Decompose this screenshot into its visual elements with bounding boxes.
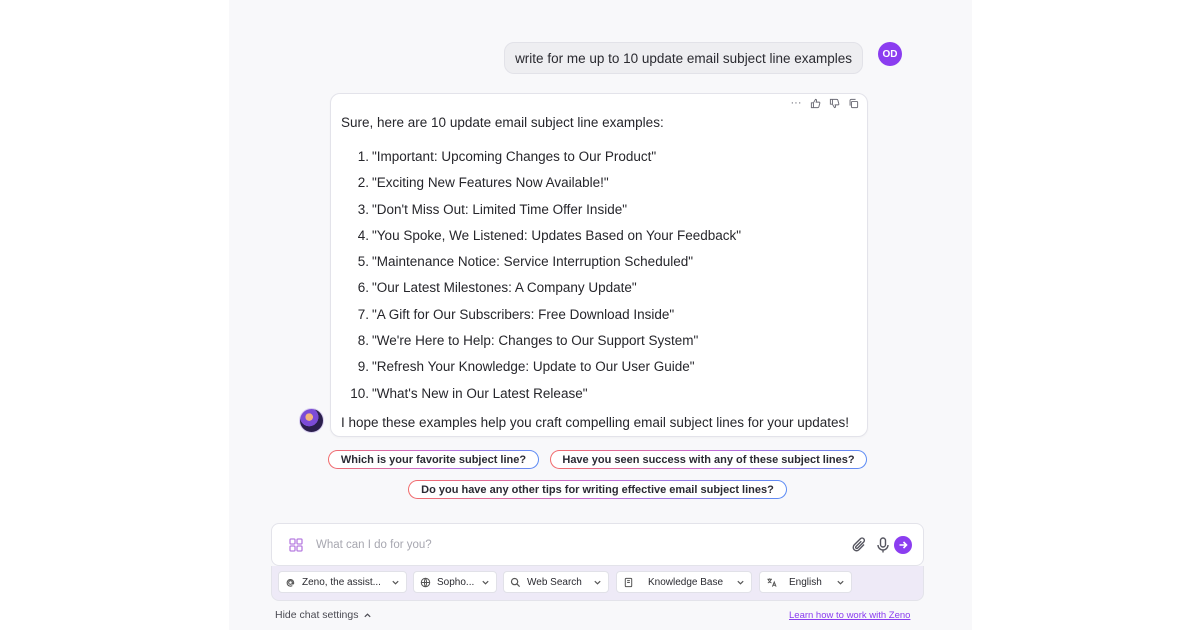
chevron-down-icon <box>482 580 489 585</box>
source-select[interactable]: Sopho... <box>413 571 497 593</box>
message-composer <box>271 523 924 566</box>
send-button[interactable] <box>894 536 912 554</box>
user-message-row: write for me up to 10 update email subje… <box>504 42 863 74</box>
list-item: 3. "Don't Miss Out: Limited Time Offer In… <box>357 201 627 217</box>
suggestion-chip-tips[interactable]: Do you have any other tips for writing e… <box>408 480 787 499</box>
more-options-icon[interactable]: ··· <box>790 97 802 109</box>
chevron-down-icon <box>594 580 601 585</box>
hide-chat-settings-label: Hide chat settings <box>275 609 359 621</box>
assistant-intro-text: Sure, here are 10 update email subject l… <box>341 115 664 130</box>
message-toolbar: ··· <box>790 97 859 109</box>
chevron-down-icon <box>837 580 844 585</box>
at-sign-icon <box>286 578 295 587</box>
knowledge-base-select[interactable]: Knowledge Base <box>616 571 752 593</box>
apps-icon[interactable] <box>288 537 304 553</box>
list-item: 1. "Important: Upcoming Changes to Our Pr… <box>357 149 657 164</box>
assistant-outro-text: I hope these examples help you craft com… <box>341 414 850 430</box>
microphone-icon[interactable] <box>876 536 890 554</box>
message-input[interactable] <box>316 535 836 555</box>
list-item: 10. "What's New in Our Latest Release" <box>350 385 588 401</box>
user-avatar[interactable]: OD <box>878 42 902 66</box>
subject-line-list: 1. "Important: Upcoming Changes to Our Pr… <box>341 148 857 411</box>
globe-icon <box>420 577 431 587</box>
translate-icon <box>767 577 777 587</box>
search-icon <box>510 577 521 587</box>
copy-icon[interactable] <box>847 97 859 109</box>
language-select[interactable]: English <box>759 571 852 593</box>
assistant-avatar <box>299 408 324 433</box>
user-message-bubble: write for me up to 10 update email subje… <box>504 42 863 74</box>
chevron-down-icon <box>392 580 399 585</box>
arrow-right-icon <box>899 541 908 549</box>
assistant-select[interactable]: Zeno, the assist... <box>278 571 407 593</box>
paperclip-icon[interactable] <box>852 536 868 554</box>
web-search-select[interactable]: Web Search <box>503 571 609 593</box>
list-item: 2. "Exciting New Features Now Available!" <box>357 175 609 191</box>
thumbs-up-icon[interactable] <box>809 97 821 109</box>
hide-chat-settings-toggle[interactable]: Hide chat settings <box>275 609 372 621</box>
list-item: 9. "Refresh Your Knowledge: Update to Our… <box>357 359 695 375</box>
list-item: 5. "Maintenance Notice: Service Interrupt… <box>357 254 694 270</box>
list-item: 4. "You Spoke, We Listened: Updates Based… <box>357 227 742 243</box>
chevron-down-icon <box>737 580 744 585</box>
assistant-message-card: ··· Sure, here are 10 update email subje… <box>330 93 868 437</box>
chevron-up-icon <box>364 612 372 617</box>
list-item: 8. "We're Here to Help: Changes to Our Su… <box>357 333 699 349</box>
list-item: 7. "A Gift for Our Subscribers: Free Down… <box>357 306 675 322</box>
list-item: 6. "Our Latest Milestones: A Company Upda… <box>357 280 637 296</box>
thumbs-down-icon[interactable] <box>828 97 840 109</box>
suggestion-chip-success[interactable]: Have you seen success with any of these … <box>550 450 867 469</box>
book-icon <box>624 577 633 587</box>
learn-zeno-link[interactable]: Learn how to work with Zeno <box>789 610 910 621</box>
suggestion-chip-favorite[interactable]: Which is your favorite subject line? <box>328 450 539 469</box>
